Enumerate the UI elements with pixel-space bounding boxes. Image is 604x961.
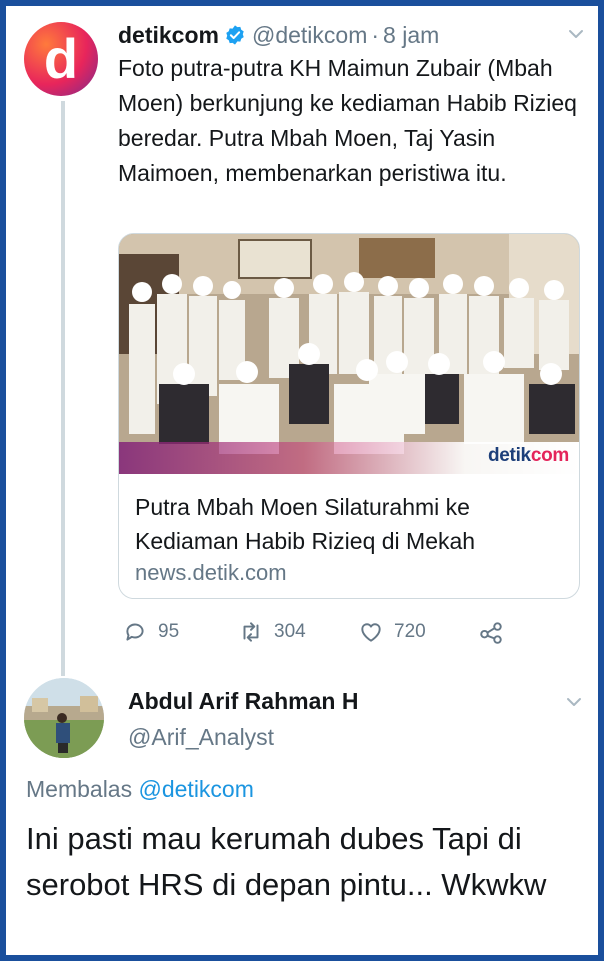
tweet-author-handle[interactable]: @detikcom [252, 22, 367, 49]
tweet-screenshot: d detikcom @detikcom · 8 jam Foto putra-… [6, 6, 598, 955]
tweet-time[interactable]: 8 jam [383, 22, 439, 49]
link-card[interactable]: detikcom Putra Mbah Moen Silaturahmi ke … [118, 233, 580, 599]
separator-dot: · [371, 21, 380, 48]
like-count: 720 [394, 621, 426, 642]
share-icon [480, 622, 502, 644]
tweet-header: detikcom @detikcom · 8 jam [118, 20, 582, 50]
retweet-icon [243, 622, 259, 642]
reply-author-handle[interactable]: @Arif_Analyst [128, 724, 274, 751]
logo-suffix: com [530, 445, 569, 466]
tweet-text: Foto putra-putra KH Maimun Zubair (Mbah … [118, 55, 577, 186]
reply-text: Ini pasti mau kerumah dubes Tapi di sero… [26, 821, 547, 902]
share-action[interactable] [478, 619, 504, 645]
retweet-action[interactable]: 304 [238, 619, 306, 645]
card-image-logo: detikcom [488, 445, 569, 467]
like-icon [361, 623, 381, 642]
avatar-photo [24, 678, 104, 758]
detikcom-avatar[interactable]: d [24, 22, 98, 96]
replying-to: Membalas @detikcom [26, 776, 254, 803]
chevron-down-icon[interactable] [568, 26, 584, 42]
card-title[interactable]: Putra Mbah Moen Silaturahmi ke Kediaman … [135, 490, 565, 558]
reply-icon [126, 623, 144, 641]
card-image [119, 234, 579, 474]
tweet-actions: 95 304 720 [118, 619, 518, 651]
replying-mention[interactable]: @detikcom [139, 776, 254, 802]
verified-icon [226, 25, 244, 45]
reply-action[interactable]: 95 [122, 619, 179, 645]
avatar-letter: d [43, 27, 79, 90]
like-action[interactable]: 720 [358, 619, 426, 645]
reply-author-name[interactable]: Abdul Arif Rahman H [128, 688, 358, 715]
group-photo [119, 234, 579, 474]
card-domain[interactable]: news.detik.com [135, 560, 287, 586]
tweet-author-name[interactable]: detikcom [118, 22, 219, 49]
replying-prefix: Membalas [26, 776, 133, 802]
thread-line [61, 101, 65, 676]
reply-author-avatar[interactable] [24, 678, 104, 758]
reply-count: 95 [158, 621, 180, 642]
logo-prefix: detik [487, 445, 531, 466]
retweet-count: 304 [274, 621, 306, 642]
chevron-down-icon[interactable] [566, 694, 582, 710]
